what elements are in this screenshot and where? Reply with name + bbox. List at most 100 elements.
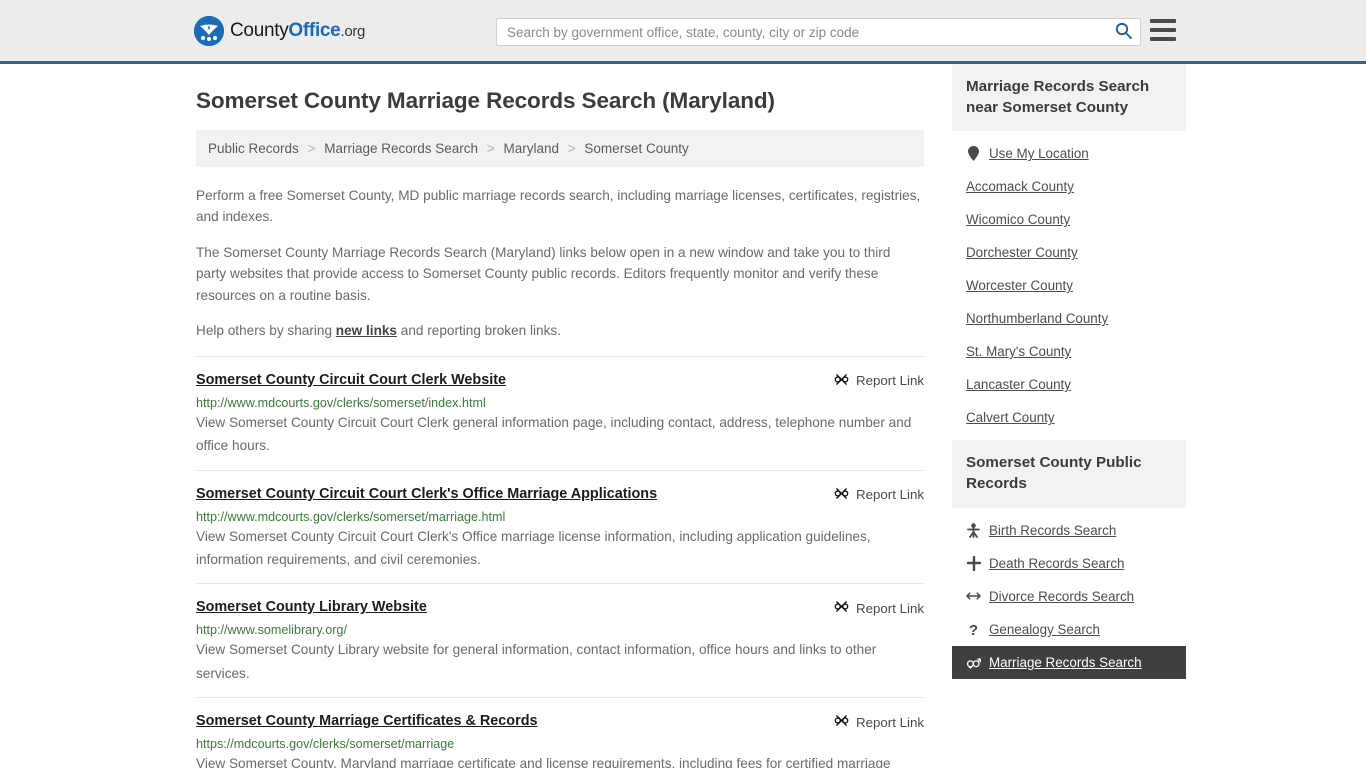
report-link-label: Report Link	[856, 487, 924, 503]
public-records-link-1[interactable]: Death Records Search	[952, 547, 1186, 580]
search-button[interactable]	[1106, 19, 1140, 45]
nearby-link-8[interactable]: Calvert County	[952, 401, 1186, 434]
public-records-link-label: Genealogy Search	[989, 621, 1100, 637]
nearby-link-label: Worcester County	[966, 278, 1073, 294]
nearby-link-label: Calvert County	[966, 410, 1055, 426]
list-item: Calvert County	[952, 401, 1186, 434]
result-item: Somerset County Library Website Report Li…	[196, 583, 924, 697]
list-item: Lancaster County	[952, 368, 1186, 401]
public-records-link-3[interactable]: ? Genealogy Search	[952, 613, 1186, 646]
nearby-link-0[interactable]: Use My Location	[952, 137, 1186, 170]
nearby-link-label: Use My Location	[989, 146, 1089, 162]
logo-office: Office	[288, 19, 341, 41]
gender-symbols-icon	[966, 655, 981, 669]
broken-link-icon	[834, 713, 849, 731]
list-item: Divorce Records Search	[952, 580, 1186, 613]
nearby-link-label: Accomack County	[966, 179, 1074, 195]
report-link-label: Report Link	[856, 373, 924, 389]
result-title-link[interactable]: Somerset County Marriage Certificates & …	[196, 712, 537, 731]
hamburger-bar	[1150, 19, 1176, 23]
list-item: Birth Records Search	[952, 514, 1186, 547]
site-logo-text: CountyOffice.org	[230, 20, 365, 42]
result-header: Somerset County Circuit Court Clerk Webs…	[196, 371, 924, 390]
report-link-label: Report Link	[856, 600, 924, 616]
result-url[interactable]: http://www.somelibrary.org/	[196, 623, 924, 637]
list-item: Accomack County	[952, 170, 1186, 203]
public-records-list: Birth Records Search Death Records Search…	[952, 508, 1186, 679]
public-records-panel: Somerset County Public Records Birth Rec…	[952, 440, 1186, 679]
list-item: Northumberland County	[952, 302, 1186, 335]
search-bar	[496, 18, 1141, 46]
public-records-link-2[interactable]: Divorce Records Search	[952, 580, 1186, 613]
breadcrumb-separator: >	[307, 141, 316, 156]
nearby-searches-list: Use My Location Accomack County Wicomico C…	[952, 131, 1186, 434]
nearby-link-4[interactable]: Worcester County	[952, 269, 1186, 302]
share-text-before: Help others by sharing	[196, 323, 336, 339]
breadcrumb: Public Records > Marriage Records Search…	[196, 130, 924, 167]
list-item: St. Mary's County	[952, 335, 1186, 368]
search-input[interactable]	[497, 19, 1106, 45]
result-header: Somerset County Circuit Court Clerk's Of…	[196, 485, 924, 504]
results-list: Somerset County Circuit Court Clerk Webs…	[196, 355, 924, 768]
intro-paragraph-2: The Somerset County Marriage Records Sea…	[196, 244, 891, 303]
public-records-link-label: Birth Records Search	[989, 522, 1117, 538]
result-item: Somerset County Circuit Court Clerk's Of…	[196, 469, 924, 584]
broken-link-icon	[834, 599, 849, 617]
nearby-searches-title: Marriage Records Search near Somerset Co…	[952, 64, 1186, 132]
site-header: CountyOffice.org	[0, 0, 1366, 64]
double-arrow-icon	[966, 590, 981, 602]
nearby-link-label: Wicomico County	[966, 212, 1071, 228]
nearby-link-7[interactable]: Lancaster County	[952, 368, 1186, 401]
result-url[interactable]: http://www.mdcourts.gov/clerks/somerset/…	[196, 396, 924, 410]
intro-paragraph-3: Help others by sharing new links and rep…	[196, 320, 924, 341]
report-link-button[interactable]: Report Link	[834, 712, 924, 731]
nearby-link-1[interactable]: Accomack County	[952, 170, 1186, 203]
public-records-link-label: Divorce Records Search	[989, 588, 1135, 604]
result-title-link[interactable]: Somerset County Circuit Court Clerk Webs…	[196, 371, 506, 390]
result-title-link[interactable]: Somerset County Library Website	[196, 598, 427, 617]
page-title: Somerset County Marriage Records Search …	[196, 88, 775, 113]
result-description: View Somerset County Circuit Court Clerk…	[196, 414, 912, 454]
nearby-link-label: Northumberland County	[966, 311, 1109, 327]
hamburger-menu-icon[interactable]	[1150, 19, 1176, 41]
nearby-link-label: Dorchester County	[966, 245, 1078, 261]
page-body: Somerset County Marriage Records Search …	[0, 64, 1366, 768]
report-link-button[interactable]: Report Link	[834, 371, 924, 390]
question-mark-icon: ?	[966, 622, 981, 637]
nearby-link-5[interactable]: Northumberland County	[952, 302, 1186, 335]
list-item: ? Genealogy Search	[952, 613, 1186, 646]
logo-tld: .org	[340, 22, 366, 40]
public-records-link-label: Marriage Records Search	[989, 654, 1142, 670]
intro-paragraph-1: Perform a free Somerset County, MD publi…	[196, 188, 921, 225]
hamburger-bar	[1150, 37, 1176, 41]
result-url[interactable]: https://mdcourts.gov/clerks/somerset/mar…	[196, 737, 924, 751]
breadcrumb-item-public-records[interactable]: Public Records	[208, 141, 299, 156]
nearby-link-3[interactable]: Dorchester County	[952, 236, 1186, 269]
public-records-link-0[interactable]: Birth Records Search	[952, 514, 1186, 547]
breadcrumb-item-maryland[interactable]: Maryland	[503, 141, 559, 156]
share-text-after: and reporting broken links.	[397, 323, 561, 339]
nearby-link-2[interactable]: Wicomico County	[952, 203, 1186, 236]
breadcrumb-item-marriage-records-search[interactable]: Marriage Records Search	[324, 141, 478, 156]
breadcrumb-separator: >	[486, 141, 495, 156]
search-icon	[1115, 22, 1132, 42]
nearby-searches-panel: Marriage Records Search near Somerset Co…	[952, 64, 1186, 434]
svg-text:?: ?	[969, 622, 978, 637]
list-item: Marriage Records Search	[952, 645, 1186, 679]
nearby-link-6[interactable]: St. Mary's County	[952, 335, 1186, 368]
result-header: Somerset County Marriage Certificates & …	[196, 712, 924, 731]
site-logo[interactable]: CountyOffice.org	[194, 15, 365, 46]
public-records-link-label: Death Records Search	[989, 555, 1125, 571]
result-description: View Somerset County Library website for…	[196, 642, 877, 681]
list-item: Death Records Search	[952, 547, 1186, 580]
result-title-link[interactable]: Somerset County Circuit Court Clerk's Of…	[196, 485, 657, 504]
new-links-link[interactable]: new links	[336, 323, 397, 338]
sidebar: Marriage Records Search near Somerset Co…	[952, 64, 1186, 685]
result-item: Somerset County Marriage Certificates & …	[196, 697, 924, 768]
result-url[interactable]: http://www.mdcourts.gov/clerks/somerset/…	[196, 510, 924, 524]
public-records-link-4[interactable]: Marriage Records Search	[952, 645, 1186, 679]
report-link-button[interactable]: Report Link	[834, 485, 924, 504]
main-content: Somerset County Marriage Records Search …	[196, 64, 924, 768]
report-link-button[interactable]: Report Link	[834, 598, 924, 617]
logo-county: County	[230, 19, 289, 41]
